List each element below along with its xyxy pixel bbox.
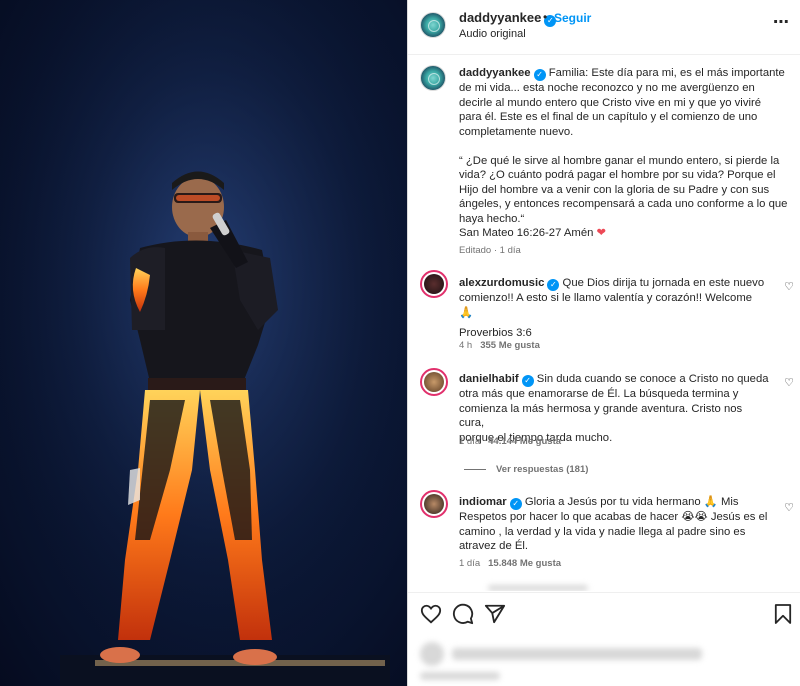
verified-badge-icon: ✓ (509, 498, 522, 510)
comment-likes[interactable]: 15.848 Me gusta (488, 558, 561, 569)
comment-line: Sin duda cuando se conoce a Cristo no qu… (536, 373, 769, 385)
comment-text: alexzurdomusic ✓ Que Dios dirija tu jorna… (459, 276, 769, 341)
heart-icon[interactable] (420, 603, 442, 625)
comment-like-icon[interactable]: ♡ (784, 501, 794, 514)
more-options-icon[interactable]: ⋯ (773, 12, 790, 32)
next-comment-preview (488, 585, 588, 591)
comment-line: comienzo!! A esto si le llamo valentía y… (459, 292, 753, 319)
save-bookmark-icon[interactable] (774, 603, 792, 625)
comment-time: 1 día (459, 558, 481, 569)
author-avatar[interactable] (420, 12, 446, 38)
verified-badge-icon: ✓ (547, 279, 560, 291)
follow-button[interactable]: Seguir (554, 11, 591, 25)
comment-line: Que Dios dirija tu jornada en este nuevo (562, 277, 765, 289)
commenter-avatar[interactable] (420, 368, 448, 396)
caption-line: de mi vida... esta noche reconozco y no … (459, 82, 755, 94)
comment-like-icon[interactable]: ♡ (784, 280, 794, 293)
comment-username[interactable]: danielhabif (459, 373, 519, 385)
caption-line: Hijo del hombre va a venir con la gloria… (459, 183, 770, 196)
separator-dot: • (543, 10, 548, 24)
author-username-text[interactable]: daddyyankee (459, 10, 541, 25)
performer-illustration (0, 0, 407, 686)
comment-line: Gloria a Jesús por tu vida hermano 🙏 Mis (524, 496, 739, 508)
author-username[interactable]: daddyyankee ✓ (459, 10, 557, 27)
verified-badge-icon: ✓ (533, 69, 546, 81)
caption-line: San Mateo 16:26-27 Amén (459, 227, 594, 239)
caption-line: para él. Este es el final de un capítulo… (459, 111, 758, 123)
comment-icon[interactable] (452, 603, 474, 625)
view-replies-button[interactable]: Ver respuestas (181) (464, 464, 588, 475)
caption-author-avatar[interactable] (420, 65, 446, 91)
post-details-panel: daddyyankee ✓ • Seguir Audio original ⋯ d… (407, 0, 800, 686)
comment-line: atravez de Él. (459, 540, 529, 552)
post-actions-bar (408, 592, 800, 637)
caption-line: vida? ¿O cuánto podrá pagar el hombre po… (459, 169, 776, 181)
comments-scroll-area[interactable]: daddyyankee ✓ Familia: Este día para mi, … (408, 55, 800, 591)
comment-meta: 4 h 355 Me gusta (459, 340, 540, 351)
caption-line: decirle al mundo entero que Cristo vive … (459, 96, 762, 109)
comment-line: Respetos por hacer lo que acabas de hace… (459, 511, 768, 523)
comment-likes[interactable]: 44.144 Me gusta (488, 436, 561, 447)
verified-badge-icon: ✓ (521, 375, 534, 387)
caption-username[interactable]: daddyyankee (459, 67, 531, 79)
comment-time: 1 día (459, 436, 481, 447)
comment-line: otra más que enamorarse de Él. La búsque… (459, 388, 739, 400)
commenter-avatar[interactable] (420, 270, 448, 298)
share-icon[interactable] (484, 603, 506, 625)
comment-text: danielhabif ✓ Sin duda cuando se conoce a… (459, 372, 769, 445)
comment-like-icon[interactable]: ♡ (784, 376, 794, 389)
caption-edited-time: Editado · 1 día (459, 245, 521, 256)
caption-text: daddyyankee ✓ Familia: Este día para mi, … (459, 66, 794, 241)
comment-username[interactable]: alexzurdomusic (459, 277, 544, 289)
comment-text: indiomar ✓ Gloria a Jesús por tu vida her… (459, 495, 769, 554)
comment-line: comienza la más hermosa y grande aventur… (459, 402, 743, 430)
comment-line: Proverbios 3:6 (459, 327, 532, 339)
caption-line: “ ¿De qué le sirve al hombre ganar el mu… (459, 154, 780, 167)
comment-meta: 1 día 15.848 Me gusta (459, 558, 561, 569)
comment-likes[interactable]: 355 Me gusta (480, 340, 540, 351)
caption-line: completamente nuevo. (459, 125, 574, 138)
caption-line: haya hecho.“ (459, 212, 525, 225)
commenter-avatar[interactable] (420, 490, 448, 518)
comment-time: 4 h (459, 340, 473, 351)
post-header: daddyyankee ✓ • Seguir Audio original ⋯ (408, 0, 800, 55)
comment-username[interactable]: indiomar (459, 496, 507, 508)
caption-line: ángeles, y entonces recompensará a cada … (459, 198, 788, 210)
post-photo[interactable] (0, 0, 407, 686)
red-heart-icon: ❤ (596, 227, 607, 239)
comment-meta: 1 día 44.144 Me gusta (459, 436, 561, 447)
comment-line: camino , la verdad y la vida y nadie lle… (459, 525, 746, 538)
audio-label[interactable]: Audio original (459, 28, 526, 40)
caption-line: Familia: Este día para mi, es el más imp… (548, 67, 785, 79)
